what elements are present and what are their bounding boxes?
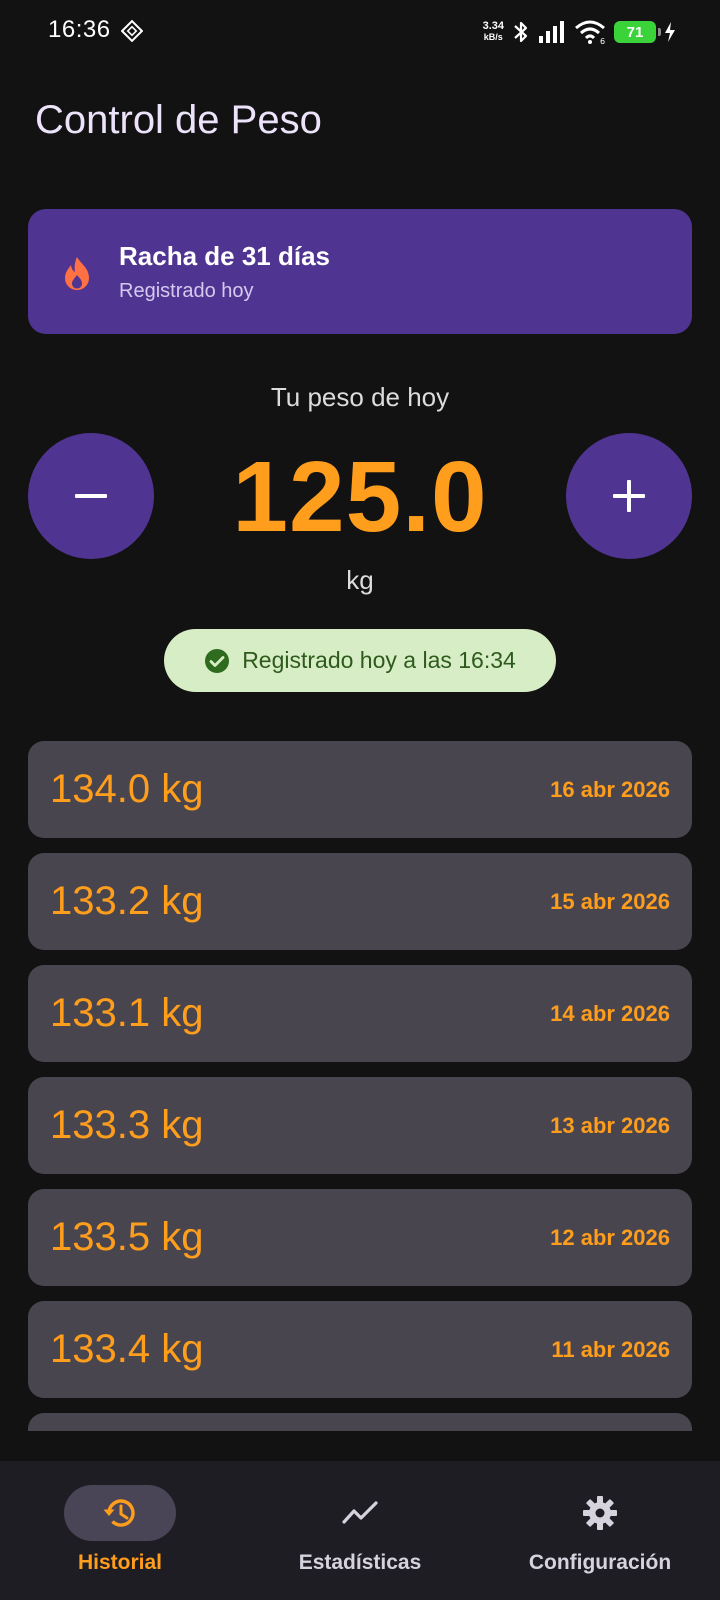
- network-speed: 3.34 kB/s: [483, 21, 504, 43]
- history-weight: 133.1 kg: [50, 991, 204, 1035]
- weight-unit: kg: [346, 565, 374, 595]
- network-speed-value: 3.34: [482, 20, 504, 32]
- history-date: 12 abr 2026: [550, 1225, 670, 1250]
- nav-icon-wrap: [304, 1485, 416, 1541]
- network-speed-unit: kB/s: [483, 32, 503, 42]
- nav-label-configuracion: Configuración: [528, 1551, 672, 1574]
- nav-item-historial[interactable]: Historial: [20, 1485, 220, 1575]
- history-date: 14 abr 2026: [550, 1001, 670, 1026]
- history-icon: [103, 1499, 135, 1527]
- history-weight: 133.5 kg: [50, 1215, 204, 1259]
- trending-icon: [342, 1501, 378, 1524]
- today-weight-label: Tu peso de hoy: [270, 382, 450, 412]
- history-row[interactable]: 133.5 kg 12 abr 2026: [28, 1189, 692, 1286]
- fire-icon: [65, 257, 89, 290]
- history-date: 11 abr 2026: [551, 1337, 670, 1362]
- status-bar: 16:36 3.34 kB/s 6 71: [0, 0, 720, 64]
- charging-icon: [665, 22, 675, 42]
- nav-item-estadisticas[interactable]: Estadísticas: [260, 1485, 460, 1575]
- status-time: 16:36: [48, 16, 111, 43]
- screen: 16:36 3.34 kB/s 6 71 Control de Peso Rac…: [0, 0, 720, 1600]
- history-row[interactable]: 133.1 kg 14 abr 2026: [28, 965, 692, 1062]
- history-date: 16 abr 2026: [550, 777, 670, 802]
- bluetooth-icon: [514, 21, 528, 43]
- nav-indicator: [64, 1485, 176, 1541]
- streak-title: Racha de 31 días: [119, 241, 330, 271]
- streak-card: Racha de 31 días Registrado hoy: [28, 209, 692, 334]
- check-circle-icon: [205, 648, 230, 673]
- signal-icon: [539, 21, 564, 43]
- registered-status-badge: Registrado hoy a las 16:34: [164, 629, 556, 692]
- nav-label-estadisticas: Estadísticas: [298, 1551, 422, 1574]
- notification-icon: [121, 20, 143, 42]
- gear-icon: [583, 1496, 617, 1530]
- history-weight: 133.4 kg: [50, 1327, 204, 1371]
- history-list[interactable]: 134.0 kg 16 abr 2026 133.2 kg 15 abr 202…: [28, 741, 692, 1431]
- history-weight: 133.2 kg: [50, 879, 204, 923]
- bottom-navigation: Historial Estadísticas Configuración: [0, 1461, 720, 1600]
- history-date: 13 abr 2026: [550, 1113, 670, 1138]
- page-title: Control de Peso: [35, 98, 322, 142]
- history-row[interactable]: 133.4 kg 11 abr 2026: [28, 1301, 692, 1398]
- battery-indicator: 71: [614, 21, 661, 43]
- history-weight: 134.0 kg: [50, 767, 204, 811]
- history-row[interactable]: 133.3 kg 13 abr 2026: [28, 1077, 692, 1174]
- registered-text: Registrado hoy a las 16:34: [242, 647, 516, 673]
- nav-icon-wrap: [544, 1485, 656, 1541]
- history-date: 15 abr 2026: [550, 889, 670, 914]
- nav-item-configuracion[interactable]: Configuración: [500, 1485, 700, 1575]
- nav-label-historial: Historial: [77, 1551, 163, 1574]
- battery-level: 71: [626, 23, 644, 41]
- history-row[interactable]: 133.2 kg 15 abr 2026: [28, 853, 692, 950]
- history-row-partial[interactable]: [28, 1413, 692, 1431]
- sim-number: 6: [600, 37, 605, 45]
- streak-subtitle: Registrado hoy: [119, 280, 254, 302]
- history-row[interactable]: 134.0 kg 16 abr 2026: [28, 741, 692, 838]
- history-weight: 133.3 kg: [50, 1103, 204, 1147]
- increase-weight-button[interactable]: [566, 433, 692, 559]
- status-icons: 3.34 kB/s 6 71: [483, 14, 676, 50]
- wifi-icon: 6: [575, 20, 605, 45]
- plus-icon: [613, 480, 645, 512]
